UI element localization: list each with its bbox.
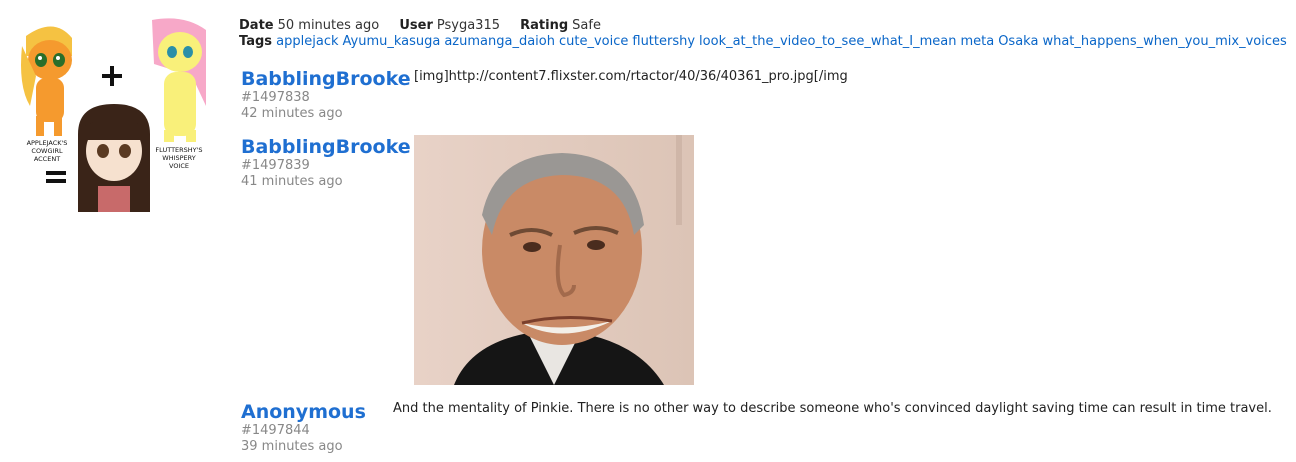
rating-label: Rating <box>520 18 569 33</box>
tag-link[interactable]: Osaka <box>998 34 1038 49</box>
tag-link[interactable]: meta <box>960 34 994 49</box>
date-value: 50 minutes ago <box>277 18 380 33</box>
comment-author[interactable]: Anonymous <box>241 401 366 423</box>
caption-left-line-1: APPLEJACK'S <box>27 139 68 147</box>
tag-link[interactable]: azumanga_daioh <box>444 34 555 49</box>
tag-link[interactable]: fluttershy <box>632 34 695 49</box>
user-label: User <box>399 18 433 33</box>
post-thumbnail[interactable]: APPLEJACK'S COWGIRL ACCENT FLUTTERSHY'S … <box>14 16 210 212</box>
tag-link[interactable]: Ayumu_kasuga <box>343 34 441 49</box>
tag-link[interactable]: look_at_the_video_to_see_what_I_mean <box>699 34 956 49</box>
comment-embedded-photo[interactable] <box>414 135 694 385</box>
post-meta: Date 50 minutes ago User Psyga315 Rating Sa… <box>239 18 1291 50</box>
comment-number[interactable]: #1497844 <box>241 423 366 439</box>
post-meta-row: Date 50 minutes ago User Psyga315 Rating Sa… <box>239 18 1291 34</box>
comment-text: [img]http://content7.flixster.com/rtacto… <box>414 69 848 84</box>
osaka-figure <box>78 104 150 212</box>
tags-label: Tags <box>239 34 273 49</box>
comment: Anonymous #1497844 39 minutes ago <box>241 401 366 455</box>
user-value: Psyga315 <box>436 18 500 33</box>
background-stripe <box>676 135 682 225</box>
tag-link[interactable]: applejack <box>276 34 338 49</box>
tags-row: Tags applejack Ayumu_kasuga azumanga_daioh… <box>239 34 1291 50</box>
comment-time: 42 minutes ago <box>241 106 343 121</box>
comment-number[interactable]: #1497838 <box>241 90 411 106</box>
tag-link[interactable]: cute_voice <box>559 34 628 49</box>
tag-link[interactable]: what_happens_when_you_mix_voices <box>1042 34 1286 49</box>
caption-right-line-1: FLUTTERSHY'S <box>155 146 202 154</box>
date-label: Date <box>239 18 274 33</box>
comment-time: 41 minutes ago <box>241 174 343 189</box>
comment: BabblingBrooke #1497838 42 minutes ago <box>241 68 411 122</box>
rating-value: Safe <box>572 18 601 33</box>
comment-time: 39 minutes ago <box>241 439 343 454</box>
comment-number[interactable]: #1497839 <box>241 158 411 174</box>
comment: BabblingBrooke #1497839 41 minutes ago <box>241 136 411 190</box>
caption-left-line-2: COWGIRL <box>31 147 63 155</box>
comment-text: And the mentality of Pinkie. There is no… <box>393 401 1272 416</box>
caption-left-line-3: ACCENT <box>34 155 60 163</box>
comment-author[interactable]: BabblingBrooke <box>241 68 411 90</box>
comment-author[interactable]: BabblingBrooke <box>241 136 411 158</box>
caption-right-line-3: VOICE <box>169 162 189 170</box>
caption-right-line-2: WHISPERY <box>162 154 195 162</box>
